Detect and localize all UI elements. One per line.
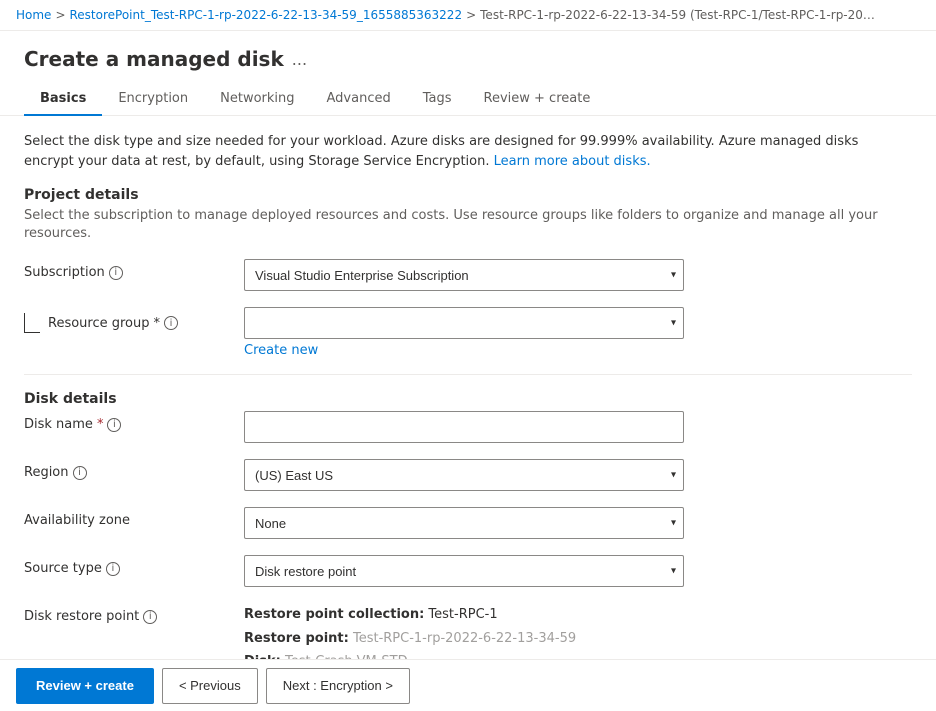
footer-bar: Review + create < Previous Next : Encryp…	[0, 659, 936, 711]
content-area: Select the disk type and size needed for…	[0, 116, 936, 677]
tab-encryption[interactable]: Encryption	[102, 83, 204, 116]
source-type-label: Source type i	[24, 555, 244, 576]
region-field-row: Region i (US) East US ▾	[24, 459, 912, 491]
restore-point-value: Test-RPC-1-rp-2022-6-22-13-34-59	[353, 631, 576, 646]
region-control: (US) East US ▾	[244, 459, 684, 491]
disk-details-title: Disk details	[24, 391, 912, 407]
page-options-button[interactable]: ...	[292, 50, 307, 69]
breadcrumb-home[interactable]: Home	[16, 8, 51, 22]
page-header: Create a managed disk ...	[0, 31, 936, 71]
availability-zone-select[interactable]: None	[244, 507, 684, 539]
resource-group-field-row: Resource group * i ▾ Create new	[24, 307, 912, 358]
availability-zone-label: Availability zone	[24, 507, 244, 528]
tab-advanced[interactable]: Advanced	[311, 83, 407, 116]
restore-collection-label: Restore point collection:	[244, 607, 424, 622]
region-select[interactable]: (US) East US	[244, 459, 684, 491]
source-type-select-wrapper: Disk restore point ▾	[244, 555, 684, 587]
region-info-icon[interactable]: i	[73, 466, 87, 480]
resource-group-label-area: Resource group * i	[24, 307, 244, 333]
tab-tags[interactable]: Tags	[407, 83, 468, 116]
restore-collection-value: Test-RPC-1	[428, 607, 497, 622]
disk-name-control	[244, 411, 684, 443]
source-type-info-icon[interactable]: i	[106, 562, 120, 576]
section-divider-1	[24, 374, 912, 375]
subscription-field-row: Subscription i Visual Studio Enterprise …	[24, 259, 912, 291]
tab-networking[interactable]: Networking	[204, 83, 310, 116]
source-type-select[interactable]: Disk restore point	[244, 555, 684, 587]
restore-collection-line: Restore point collection: Test-RPC-1	[244, 603, 684, 626]
region-select-wrapper: (US) East US ▾	[244, 459, 684, 491]
resource-group-required: *	[154, 316, 161, 331]
subscription-select-wrapper: Visual Studio Enterprise Subscription ▾	[244, 259, 684, 291]
project-details-subtitle: Select the subscription to manage deploy…	[24, 207, 912, 243]
resource-group-info-icon[interactable]: i	[164, 316, 178, 330]
resource-group-select[interactable]	[244, 307, 684, 339]
disk-name-required: *	[97, 417, 104, 432]
breadcrumb-restore-point[interactable]: RestorePoint_Test-RPC-1-rp-2022-6-22-13-…	[70, 8, 463, 22]
tab-review-create[interactable]: Review + create	[468, 83, 607, 116]
breadcrumb-sep-2: >	[466, 8, 476, 22]
breadcrumb-rpc: Test-RPC-1-rp-2022-6-22-13-34-59 (Test-R…	[480, 8, 880, 22]
source-type-field-row: Source type i Disk restore point ▾	[24, 555, 912, 587]
section-description: Select the disk type and size needed for…	[24, 132, 912, 171]
disk-name-info-icon[interactable]: i	[107, 418, 121, 432]
availability-zone-select-wrapper: None ▾	[244, 507, 684, 539]
disk-name-field-row: Disk name * i	[24, 411, 912, 443]
resource-group-select-wrapper: ▾	[244, 307, 684, 339]
subscription-select[interactable]: Visual Studio Enterprise Subscription	[244, 259, 684, 291]
region-label: Region i	[24, 459, 244, 480]
page-title: Create a managed disk	[24, 47, 284, 71]
availability-zone-field-row: Availability zone None ▾	[24, 507, 912, 539]
breadcrumb-sep-1: >	[55, 8, 65, 22]
subscription-control: Visual Studio Enterprise Subscription ▾	[244, 259, 684, 291]
subscription-info-icon[interactable]: i	[109, 266, 123, 280]
create-new-link[interactable]: Create new	[244, 343, 318, 358]
disk-name-input[interactable]	[244, 411, 684, 443]
disk-restore-point-info-icon[interactable]: i	[143, 610, 157, 624]
project-details-title: Project details	[24, 187, 912, 203]
subscription-label: Subscription i	[24, 259, 244, 280]
previous-button[interactable]: < Previous	[162, 668, 258, 704]
restore-point-line: Restore point: Test-RPC-1-rp-2022-6-22-1…	[244, 627, 684, 650]
disk-restore-point-label: Disk restore point i	[24, 603, 244, 624]
source-type-control: Disk restore point ▾	[244, 555, 684, 587]
disk-name-label: Disk name * i	[24, 411, 244, 432]
tab-bar: Basics Encryption Networking Advanced Ta…	[0, 71, 936, 116]
resource-group-control: ▾ Create new	[244, 307, 684, 358]
breadcrumb: Home > RestorePoint_Test-RPC-1-rp-2022-6…	[0, 0, 936, 31]
availability-zone-control: None ▾	[244, 507, 684, 539]
learn-more-link[interactable]: Learn more about disks.	[494, 154, 651, 169]
tab-basics[interactable]: Basics	[24, 83, 102, 116]
resource-group-indent-line	[24, 313, 40, 333]
next-button[interactable]: Next : Encryption >	[266, 668, 410, 704]
restore-point-label: Restore point:	[244, 631, 349, 646]
review-create-button[interactable]: Review + create	[16, 668, 154, 704]
